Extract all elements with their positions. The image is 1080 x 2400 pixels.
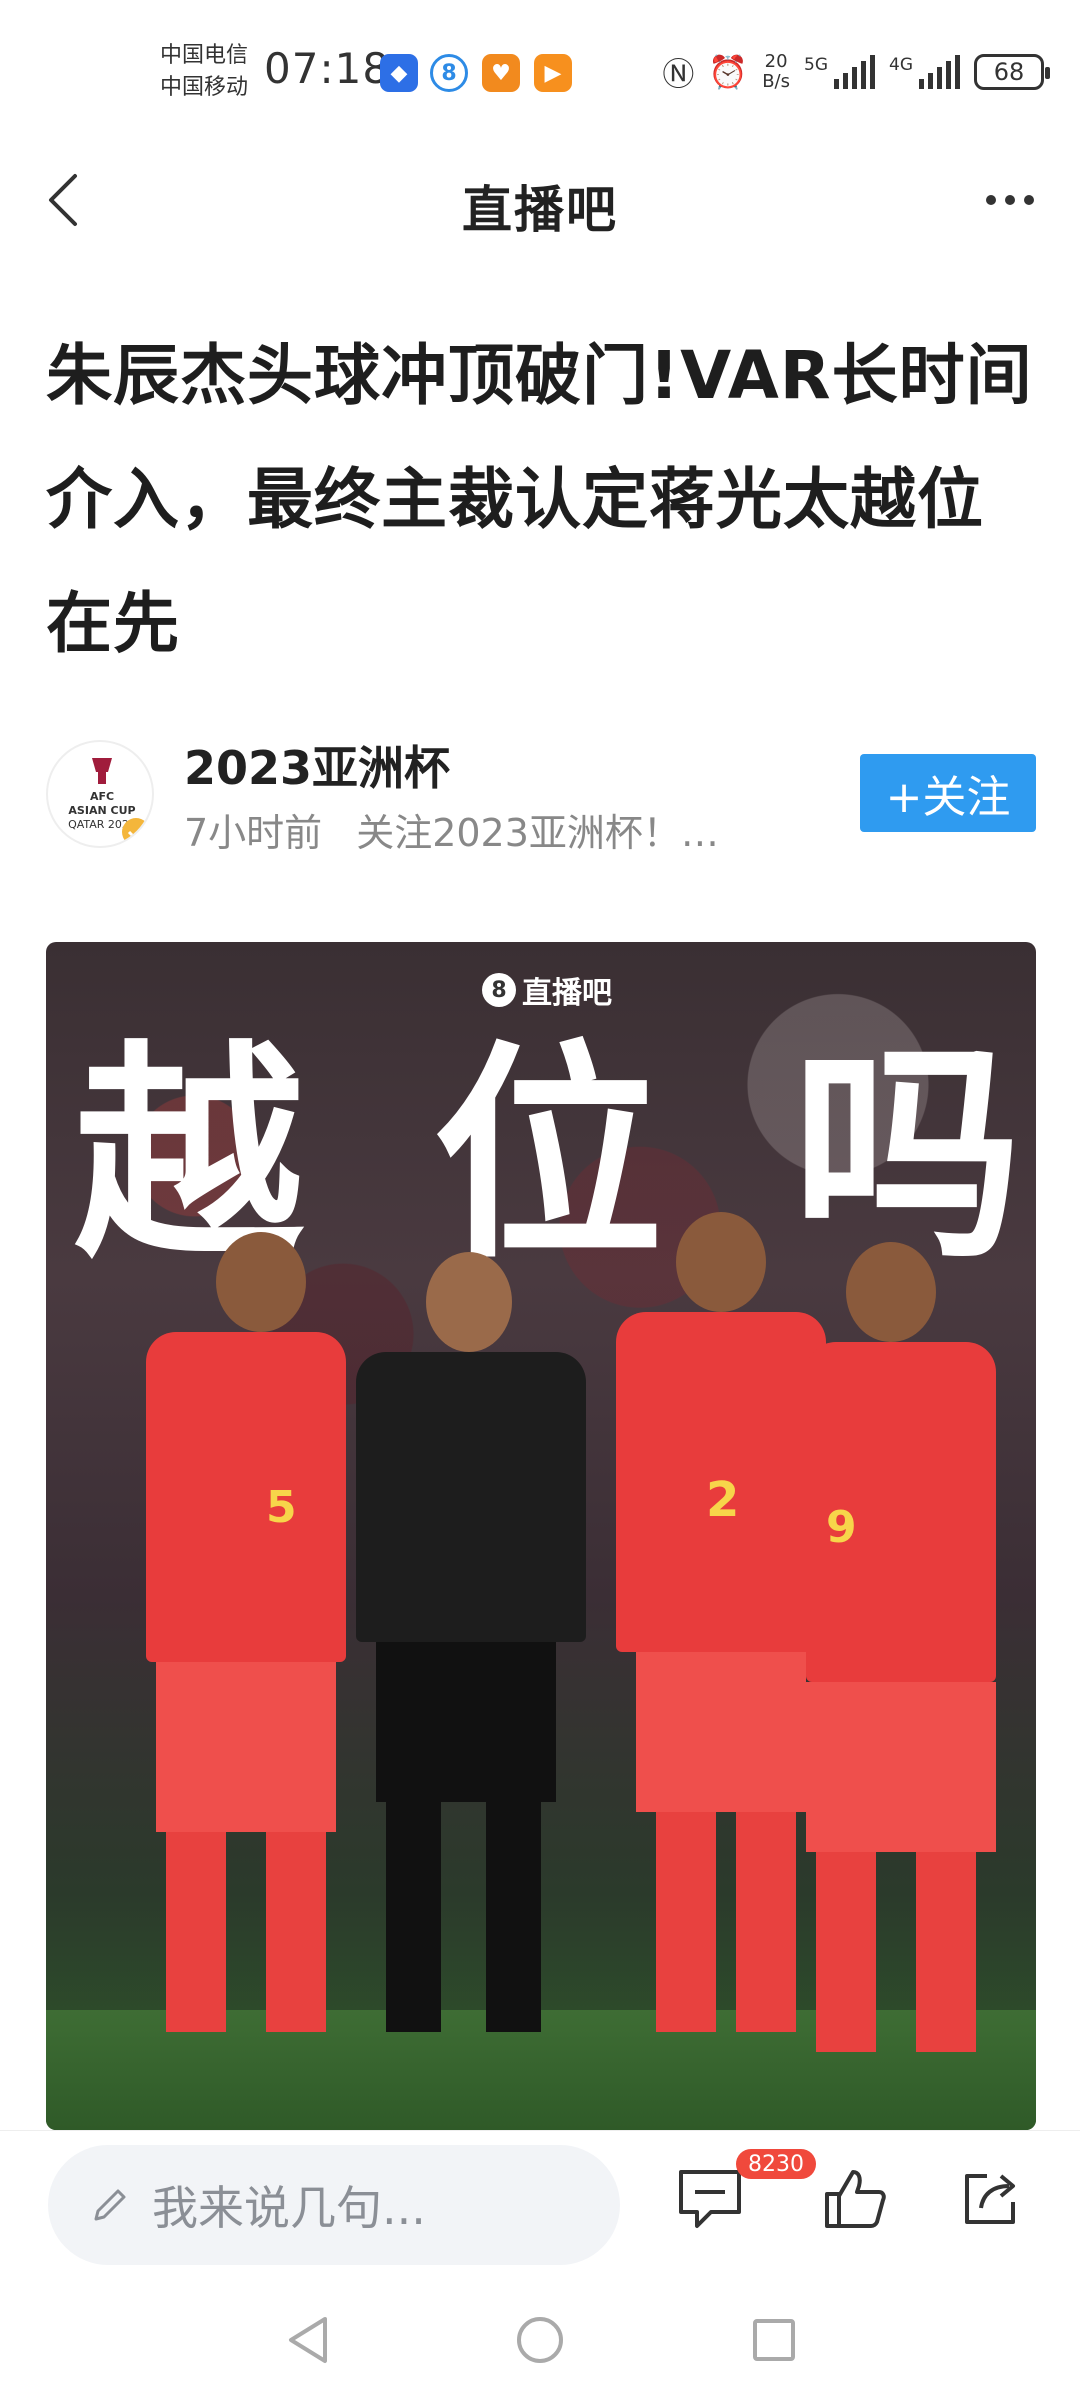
more-dot-icon [1005,195,1015,205]
player-shorts [156,1662,336,1832]
comment-placeholder: 我来说几句... [152,2181,426,2235]
player-shorts [806,1682,996,1852]
battery-level: 68 [993,58,1025,86]
carrier-info: 中国电信 中国移动 [160,40,248,104]
referee-shorts [376,1642,556,1802]
afc-asian-cup-logo-icon: AFC ASIAN CUP QATAR 2023 [68,758,150,846]
referee-sock [386,1802,441,2032]
net-speed: 20 B/s [762,52,790,92]
referee [336,1252,606,2082]
blue-app-icon: ◆ [380,54,418,92]
page-title: 直播吧 [462,181,618,239]
article-title: 朱辰杰头球冲顶破门!VAR长时间介入，最终主裁认定蒋光太越位在先 [46,337,1033,662]
triangle-back-icon [289,2317,327,2363]
orange-play-icon: ▶ [534,54,572,92]
pencil-icon [94,2189,126,2221]
author-row: AFC ASIAN CUP QATAR 2023 2023亚洲杯 7小时前 关注2… [46,728,1036,858]
top-nav: 直播吧 [0,140,1080,260]
signal-5g-label: 5G [804,55,828,75]
more-dot-icon [1024,195,1034,205]
player-jersey [146,1332,346,1662]
signal-4g-label: 4G [889,55,913,75]
avatar-text-asian-cup: ASIAN CUP [68,804,135,817]
alarm-icon: ⏰ [708,53,749,91]
player-head [216,1232,306,1332]
player-right: 9 [786,1242,1016,2072]
blue-circle-8-icon: 8 [430,54,468,92]
nfc-icon: Ⓝ [662,55,695,93]
player-sock [166,1832,226,2032]
share-icon [965,2174,1015,2224]
more-dot-icon [986,195,996,205]
player-sock [656,1812,716,2032]
author-avatar[interactable]: AFC ASIAN CUP QATAR 2023 [46,740,154,848]
signal-5g-icon: 5G [804,55,875,89]
referee-head [426,1252,512,1352]
player-shorts [636,1652,806,1812]
jersey-number: 9 [826,1502,857,1553]
status-right: Ⓝ ⏰ 20 B/s 5G 4G 68 [662,48,1050,96]
net-speed-unit: B/s [762,71,790,92]
net-speed-value: 20 [764,51,788,72]
clock: 07:18 [264,44,391,93]
player-sock [266,1832,326,2032]
referee-sock [486,1802,541,2032]
player-sock [916,1852,976,2052]
comment-icon [679,2170,741,2228]
watermark-text: 直播吧 [522,976,612,1011]
follow-button[interactable]: +关注 [860,754,1036,832]
system-home-button[interactable] [510,2310,570,2370]
carrier-2: 中国移动 [160,75,249,100]
more-options-button[interactable] [970,168,1050,232]
player-sock [816,1852,876,2052]
system-recents-button[interactable] [744,2310,804,2370]
player-head [676,1212,766,1312]
bottom-action-bar: 我来说几句... 8230 [0,2130,1080,2280]
thumbs-up-icon [825,2170,886,2228]
status-bar: 中国电信 中国移动 07:18 ◆ 8 ♥ ▶ Ⓝ ⏰ 20 B/s 5G 4G… [0,0,1080,140]
like-button[interactable] [814,2159,894,2239]
circle-home-icon [517,2317,563,2363]
watermark-badge-icon: 8 [482,973,516,1007]
post-time: 7小时前 [184,811,323,855]
orange-app-icon: ♥ [482,54,520,92]
author-name[interactable]: 2023亚洲杯 [184,732,450,798]
battery-icon: 68 [974,54,1050,90]
player-left: 5 [126,1232,366,2062]
player-head [846,1242,936,1342]
author-description: 关注2023亚洲杯！… [356,811,719,855]
comment-count-badge: 8230 [736,2149,816,2179]
verified-badge-icon [122,818,150,846]
system-navigation-bar [0,2280,1080,2400]
referee-shirt [356,1352,586,1642]
jersey-number: 2 [706,1472,740,1528]
article-image[interactable]: 8 直播吧 越 位 吗 5 2 9 [46,942,1036,2130]
avatar-text-afc: AFC [90,790,114,803]
square-recents-icon [753,2319,795,2361]
share-button[interactable] [950,2159,1030,2239]
author-meta: 7小时前 关注2023亚洲杯！… [184,802,824,857]
carrier-1: 中国电信 [160,43,249,68]
image-watermark: 8 直播吧 [482,968,612,1012]
signal-4g-icon: 4G [889,55,960,89]
system-back-button[interactable] [278,2310,338,2370]
comment-input[interactable]: 我来说几句... [48,2145,620,2265]
jersey-number: 5 [266,1482,297,1533]
